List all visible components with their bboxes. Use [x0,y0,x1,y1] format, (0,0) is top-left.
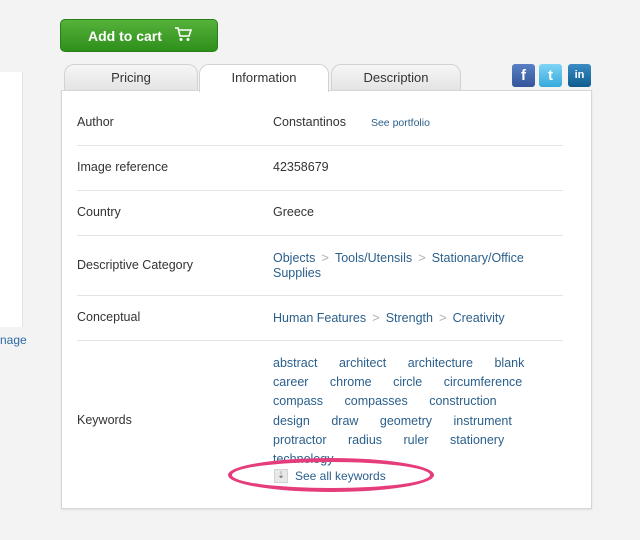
linkedin-icon[interactable]: in [568,64,591,87]
country-row: Country Greece [77,191,563,236]
keyword-link[interactable]: stationery [450,433,504,447]
keyword-link[interactable]: geometry [380,414,432,428]
twitter-icon[interactable]: t [539,64,562,87]
information-panel: Author Constantinos See portfolio Image r… [61,90,592,509]
keyword-link[interactable]: ruler [404,433,429,447]
conceptual-row: Conceptual Human Features > Strength > Creat… [77,296,563,341]
cart-icon [174,26,193,45]
keyword-link[interactable]: technology [273,452,333,466]
see-portfolio-link[interactable]: See portfolio [371,117,430,129]
keyword-link[interactable]: design [273,414,310,428]
previous-column-fragment [0,72,23,327]
breadcrumb-separator-icon: > [438,310,447,325]
keyword-link[interactable]: circumference [444,375,523,389]
facebook-icon[interactable]: f [512,64,535,87]
keyword-link[interactable]: radius [348,433,382,447]
keywords-label: Keywords [77,413,132,427]
country-label: Country [77,205,121,219]
left-partial-link[interactable]: nage [0,333,27,347]
concept-link[interactable]: Creativity [453,311,505,325]
tab-pricing[interactable]: Pricing [64,64,198,91]
keywords-list: abstract architect architecture blank ca… [273,354,543,469]
category-link[interactable]: Tools/Utensils [335,251,412,265]
author-row: Author Constantinos See portfolio [77,101,563,146]
keyword-link[interactable]: chrome [330,375,372,389]
author-name: Constantinos [273,115,346,129]
keyword-link[interactable]: instrument [454,414,512,428]
keyword-link[interactable]: construction [429,394,496,408]
descriptive-category-label: Descriptive Category [77,258,194,272]
keyword-link[interactable]: architect [339,356,386,370]
author-label: Author [77,115,114,129]
add-to-cart-button[interactable]: Add to cart [60,19,218,52]
keyword-link[interactable]: abstract [273,356,317,370]
concept-link[interactable]: Human Features [273,311,366,325]
keyword-link[interactable]: circle [393,375,422,389]
tab-information[interactable]: Information [199,64,329,92]
keyword-link[interactable]: compasses [345,394,408,408]
conceptual-value: Human Features > Strength > Creativity [273,310,505,325]
country-value: Greece [273,205,314,219]
keyword-link[interactable]: career [273,375,308,389]
keyword-link[interactable]: draw [331,414,358,428]
keyword-link[interactable]: architecture [408,356,473,370]
breadcrumb-separator-icon: > [418,250,426,265]
descriptive-category-value: Objects > Tools/Utensils > Stationary/Office… [273,250,553,281]
keywords-row: Keywords abstract architect architecture… [77,341,563,499]
tab-description[interactable]: Description [331,64,461,91]
concept-link[interactable]: Strength [386,311,433,325]
add-to-cart-label: Add to cart [88,27,162,44]
see-all-keywords-label: See all keywords [295,469,386,483]
double-chevron-down-icon: ⇣ [274,469,288,483]
category-link[interactable]: Objects [273,251,315,265]
descriptive-category-row: Descriptive Category Objects > Tools/Utens… [77,236,563,296]
image-reference-row: Image reference 42358679 [77,146,563,191]
breadcrumb-separator-icon: > [372,310,380,325]
keyword-link[interactable]: blank [494,356,524,370]
keyword-link[interactable]: protractor [273,433,327,447]
breadcrumb-separator-icon: > [321,250,329,265]
conceptual-label: Conceptual [77,310,141,324]
author-value: Constantinos See portfolio [273,115,430,129]
image-reference-value: 42358679 [273,160,329,174]
keyword-link[interactable]: compass [273,394,323,408]
see-all-keywords-button[interactable]: ⇣ See all keywords [274,469,386,483]
image-reference-label: Image reference [77,160,169,174]
